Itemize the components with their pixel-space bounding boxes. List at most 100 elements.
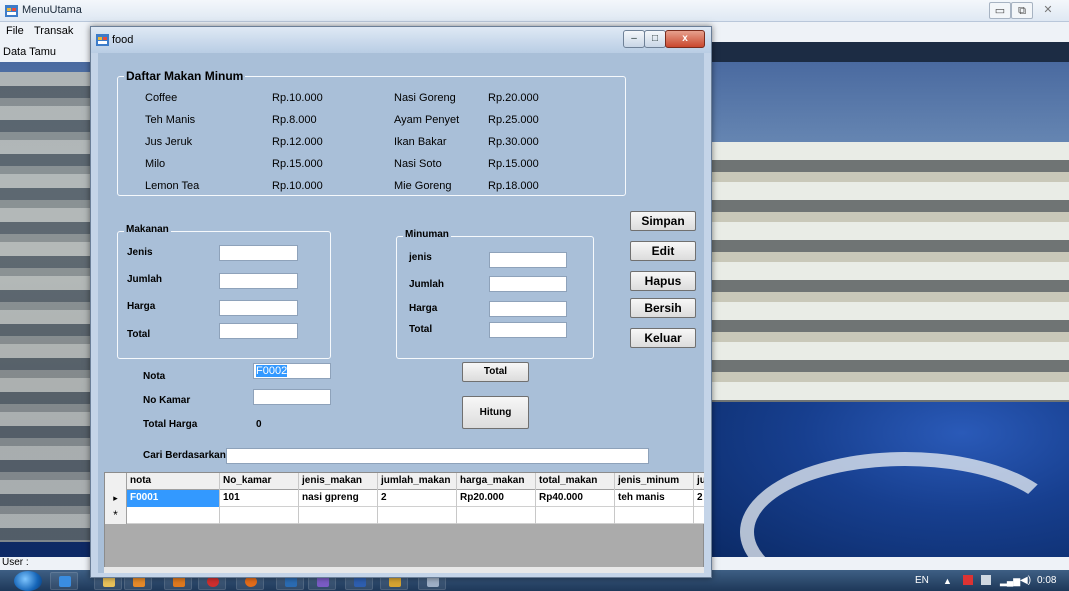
minimize-button[interactable]: –	[623, 30, 645, 48]
makanan-jumlah-input[interactable]	[219, 273, 298, 289]
bersih-button[interactable]: Bersih	[630, 298, 696, 318]
food-form: Daftar Makan Minum Coffee Teh Manis Jus …	[98, 53, 704, 573]
total-harga-label: Total Harga	[143, 419, 198, 430]
cell-no-kamar[interactable]: 101	[220, 490, 299, 507]
food-window-titlebar[interactable]: food – □ x	[91, 27, 711, 53]
new-cell[interactable]	[299, 507, 378, 524]
simpan-button[interactable]: Simpan	[630, 211, 696, 231]
drink-name-3: Jus Jeruk	[145, 136, 193, 148]
drink-price-4: Rp.15.000	[272, 158, 323, 170]
tray-flag-icon[interactable]	[963, 575, 973, 585]
tray-signal-icon[interactable]: ▂▄▆	[1000, 576, 1020, 587]
hitung-button[interactable]: Hitung	[462, 396, 529, 429]
cell-jumlah-makan[interactable]: 2	[378, 490, 457, 507]
keluar-button[interactable]: Keluar	[630, 328, 696, 348]
mdi-restore-button[interactable]: ⧉	[1011, 2, 1033, 19]
minuman-jenis-input[interactable]	[489, 252, 567, 268]
mdi-minimize-button[interactable]: ▭	[989, 2, 1011, 19]
new-cell[interactable]	[536, 507, 615, 524]
minuman-harga-label: Harga	[409, 303, 438, 314]
new-cell[interactable]	[457, 507, 536, 524]
tray-volume-icon[interactable]: ◀)	[1020, 575, 1031, 586]
food-price-3: Rp.30.000	[488, 136, 539, 148]
column-header-harga-makan[interactable]: harga_makan	[457, 473, 536, 490]
app-icon	[5, 5, 18, 17]
makanan-harga-input[interactable]	[219, 300, 298, 316]
new-row-marker[interactable]: *	[105, 507, 127, 524]
food-name-5: Mie Goreng	[394, 180, 452, 192]
food-name-3: Ikan Bakar	[394, 136, 447, 148]
column-header-jumlah-makan[interactable]: jumlah_makan	[378, 473, 457, 490]
menu-list-title: Daftar Makan Minum	[124, 69, 246, 83]
menu-list-group: Daftar Makan Minum	[117, 69, 626, 196]
menu-data-tamu[interactable]: Data Tamu	[3, 46, 56, 58]
food-app-icon	[96, 34, 109, 46]
column-header-jenis-minum[interactable]: jenis_minum	[615, 473, 694, 490]
column-header-jumlah-minum[interactable]: jum	[694, 473, 704, 490]
close-button[interactable]: x	[665, 30, 705, 48]
cell-jenis-makan[interactable]: nasi gpreng	[299, 490, 378, 507]
hapus-button[interactable]: Hapus	[630, 271, 696, 291]
new-cell[interactable]	[127, 507, 220, 524]
makanan-jumlah-label: Jumlah	[127, 274, 163, 285]
new-cell[interactable]	[694, 507, 704, 524]
start-button-icon[interactable]	[14, 571, 42, 591]
drink-price-1: Rp.10.000	[272, 92, 323, 104]
food-name-4: Nasi Soto	[394, 158, 442, 170]
food-price-5: Rp.18.000	[488, 180, 539, 192]
search-label: Cari Berdasarkan	[143, 450, 226, 461]
tray-clock[interactable]: 0:08	[1037, 575, 1056, 586]
cell-jenis-minum[interactable]: teh manis	[615, 490, 694, 507]
makanan-jenis-input[interactable]	[219, 245, 298, 261]
main-window-titlebar: MenuUtama ▭ ⧉ ✕	[0, 0, 1069, 22]
menu-transaksi[interactable]: Transak	[34, 25, 73, 37]
edit-button[interactable]: Edit	[630, 241, 696, 261]
no-kamar-input[interactable]	[253, 389, 331, 405]
new-row[interactable]: *	[105, 507, 704, 524]
minuman-jumlah-label: Jumlah	[409, 279, 445, 290]
new-cell[interactable]	[378, 507, 457, 524]
minuman-total-label: Total	[409, 324, 433, 335]
drink-name-5: Lemon Tea	[145, 180, 200, 192]
cell-nota[interactable]: F0001	[127, 490, 220, 507]
new-cell[interactable]	[615, 507, 694, 524]
makanan-harga-label: Harga	[127, 301, 156, 312]
mdi-close-button[interactable]: ✕	[1037, 2, 1059, 19]
minuman-jenis-label: jenis	[409, 252, 432, 263]
total-button[interactable]: Total	[462, 362, 529, 382]
new-cell[interactable]	[220, 507, 299, 524]
minuman-total-input[interactable]	[489, 322, 567, 338]
cell-total-makan[interactable]: Rp40.000	[536, 490, 615, 507]
tray-chevron-icon[interactable]: ▲	[943, 576, 952, 586]
food-price-1: Rp.20.000	[488, 92, 539, 104]
column-header-no-kamar[interactable]: No_kamar	[220, 473, 299, 490]
table-row[interactable]: ▸ F0001 101 nasi gpreng 2 Rp20.000 Rp40.…	[105, 490, 704, 507]
makanan-total-input[interactable]	[219, 323, 298, 339]
food-price-2: Rp.25.000	[488, 114, 539, 126]
minuman-harga-input[interactable]	[489, 301, 567, 317]
column-header-jenis-makan[interactable]: jenis_makan	[299, 473, 378, 490]
main-window-title: MenuUtama	[22, 4, 82, 16]
current-row-marker[interactable]: ▸	[105, 490, 127, 507]
cell-jumlah-minum[interactable]: 2	[694, 490, 704, 507]
makanan-total-label: Total	[127, 329, 151, 340]
makanan-jenis-label: Jenis	[127, 247, 153, 258]
minuman-jumlah-input[interactable]	[489, 276, 567, 292]
column-header-nota[interactable]: nota	[127, 473, 220, 490]
drink-price-5: Rp.10.000	[272, 180, 323, 192]
tray-network-icon[interactable]	[981, 575, 991, 585]
drink-name-1: Coffee	[145, 92, 178, 104]
grid-horizontal-scrollbar[interactable]	[104, 567, 704, 573]
secondary-menubar: Data Tamu	[0, 42, 96, 62]
status-user-label: User :	[2, 557, 29, 568]
grid-corner	[105, 473, 127, 490]
search-input[interactable]	[226, 448, 649, 464]
column-header-total-makan[interactable]: total_makan	[536, 473, 615, 490]
tray-language[interactable]: EN	[915, 575, 929, 586]
taskbar-ie-icon[interactable]	[50, 572, 78, 590]
maximize-button[interactable]: □	[644, 30, 666, 48]
drink-price-3: Rp.12.000	[272, 136, 323, 148]
nota-input[interactable]: F0002	[253, 363, 331, 379]
menu-file[interactable]: File	[6, 25, 24, 37]
cell-harga-makan[interactable]: Rp20.000	[457, 490, 536, 507]
